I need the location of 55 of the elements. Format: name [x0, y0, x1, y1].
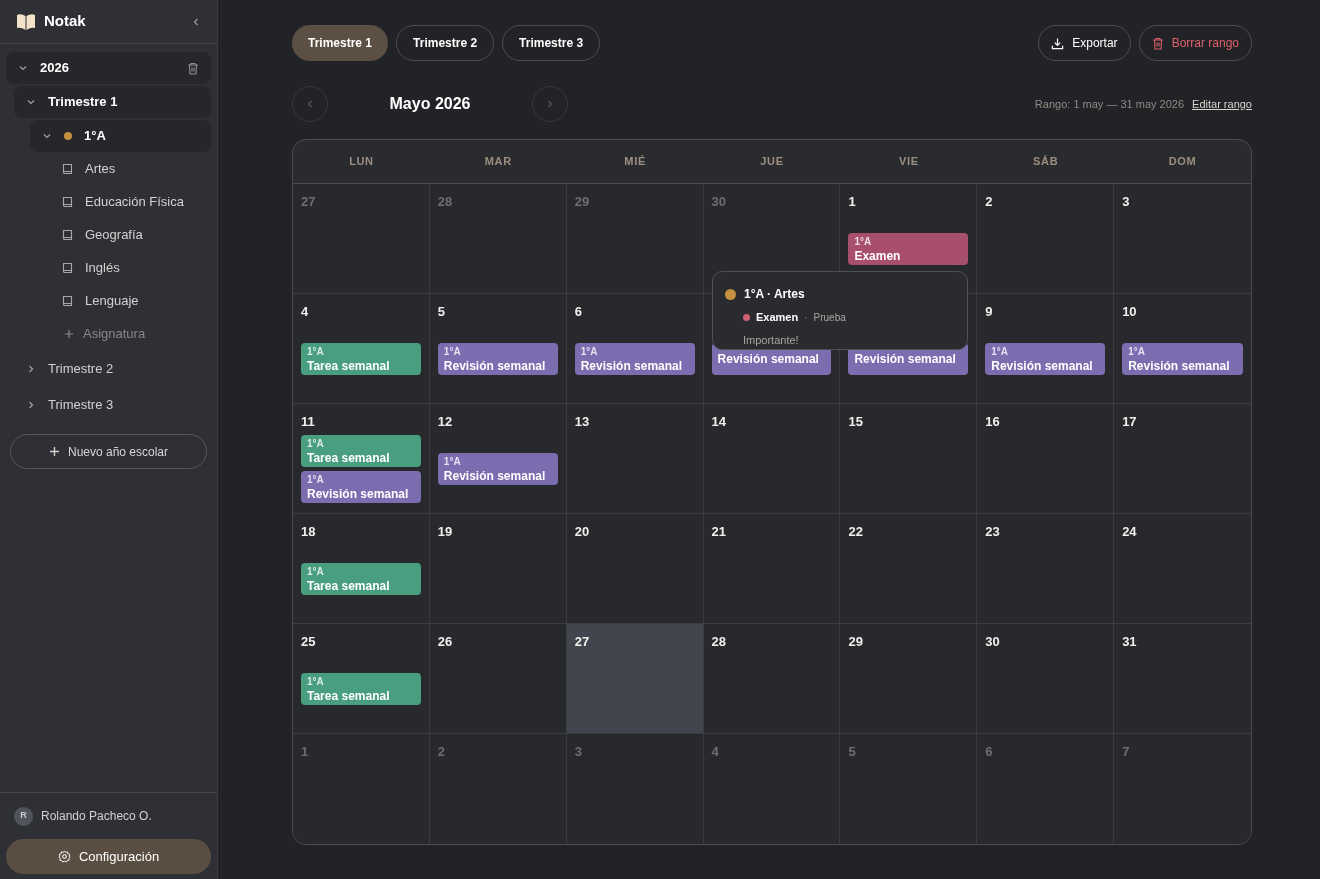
weekday-label: MAR	[483, 154, 513, 170]
day-number: 21	[711, 523, 727, 540]
weekday-label: LUN	[348, 154, 375, 170]
day-number: 2	[985, 193, 993, 210]
month-title: Mayo 2026	[388, 94, 472, 114]
day-number: 4	[711, 743, 719, 760]
day-number: 1	[301, 743, 309, 760]
user-name: Rolando Pacheco O.	[41, 808, 152, 825]
day-number: 10	[1122, 303, 1137, 320]
day-number: 26	[437, 633, 453, 650]
day-number: 15	[848, 413, 863, 430]
event-category: Prueba	[813, 310, 846, 325]
separator-dot: ·	[804, 310, 808, 325]
user-avatar: R	[14, 806, 33, 826]
day-number: 30	[711, 193, 727, 210]
day-number: 29	[574, 193, 590, 210]
day-number: 24	[1122, 523, 1137, 540]
day-number: 23	[985, 523, 1000, 540]
day-number: 3	[574, 743, 582, 760]
day-number: 5	[437, 303, 446, 320]
day-number: 22	[848, 523, 863, 540]
day-number: 19	[437, 523, 453, 540]
day-number: 28	[711, 633, 727, 650]
day-number: 11	[301, 413, 315, 430]
day-number: 17	[1122, 413, 1137, 430]
day-number: 6	[574, 303, 582, 320]
weekday-label: JUE	[759, 154, 785, 170]
weekday-label: SÁB	[1032, 154, 1060, 170]
day-number: 3	[1122, 193, 1130, 210]
weekday-label: MIÉ	[623, 154, 647, 170]
app-name: Notak	[44, 11, 86, 32]
weekday-label: VIE	[898, 154, 920, 170]
day-number: 6	[985, 743, 993, 760]
day-number: 2	[437, 743, 446, 760]
day-number: 27	[301, 193, 316, 210]
day-number: 29	[848, 633, 863, 650]
day-number: 5	[848, 743, 856, 760]
event-type-label: Examen	[756, 310, 799, 325]
day-number: 20	[574, 523, 590, 540]
day-number: 30	[985, 633, 1000, 650]
day-number: 28	[437, 193, 453, 210]
day-number: 4	[301, 303, 309, 320]
day-number: 16	[985, 413, 1000, 430]
day-number: 14	[711, 413, 727, 430]
day-number: 27	[574, 633, 590, 650]
range-text: Rango: 1 may — 31 may 2026	[1034, 96, 1185, 112]
day-number: 18	[301, 523, 316, 540]
day-number: 12	[437, 413, 453, 430]
day-number: 7	[1122, 743, 1130, 760]
day-number: 1	[848, 193, 856, 210]
day-number: 25	[301, 633, 316, 650]
day-number: 13	[574, 413, 590, 430]
day-number: 9	[985, 303, 993, 320]
weekday-label: DOM	[1167, 154, 1198, 170]
day-number: 31	[1122, 633, 1137, 650]
